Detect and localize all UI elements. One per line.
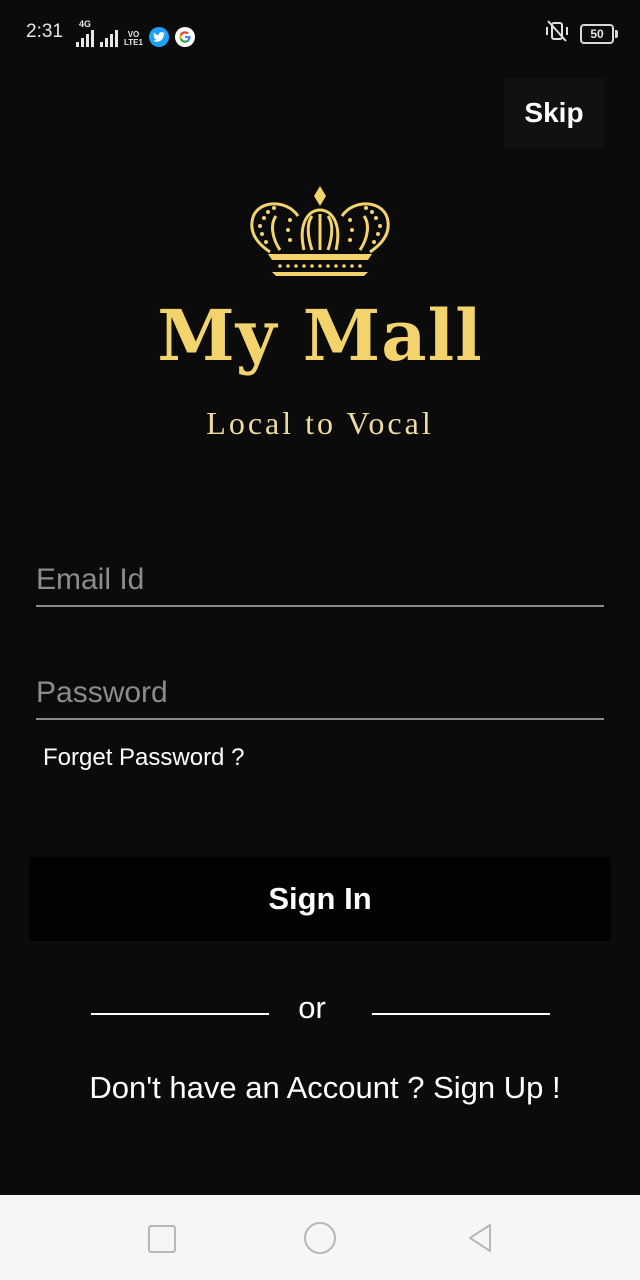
sign-up-link[interactable]: Don't have an Account ? Sign Up ! — [0, 1070, 640, 1106]
system-nav-bar — [0, 1195, 640, 1280]
volte-icon: VO LTE1 — [124, 30, 143, 47]
status-left-icons: 4G VO LTE1 — [76, 20, 195, 47]
divider-right — [372, 1013, 550, 1015]
password-field[interactable] — [36, 668, 604, 720]
sign-in-button[interactable]: Sign In — [29, 857, 611, 941]
recent-apps-button[interactable] — [148, 1225, 176, 1253]
sim1-signal: 4G — [76, 20, 94, 47]
google-icon — [174, 27, 195, 47]
status-bar: 2:31 4G VO LTE1 50 — [0, 0, 640, 64]
network-type-label: 4G — [78, 19, 91, 29]
email-field[interactable] — [36, 555, 604, 607]
brand-tagline: Local to Vocal — [206, 405, 434, 441]
vibrate-off-icon — [544, 20, 570, 48]
brand-name: My Mall — [157, 294, 483, 377]
forgot-password-link[interactable]: Forget Password ? — [43, 744, 244, 772]
signal-strength-icon — [76, 29, 94, 47]
status-time: 2:31 — [26, 21, 63, 42]
crown-logo — [250, 186, 390, 276]
status-right-icons: 50 — [544, 20, 618, 48]
skip-button[interactable]: Skip — [504, 78, 604, 148]
login-screen: 2:31 4G VO LTE1 50 Skip My Mall Local to… — [0, 0, 640, 1280]
battery-icon: 50 — [580, 24, 618, 44]
back-button[interactable] — [466, 1222, 494, 1254]
signal-strength-icon-2 — [100, 29, 118, 47]
or-separator: or — [298, 990, 326, 1025]
twitter-icon — [148, 27, 169, 47]
home-button[interactable] — [304, 1222, 336, 1254]
